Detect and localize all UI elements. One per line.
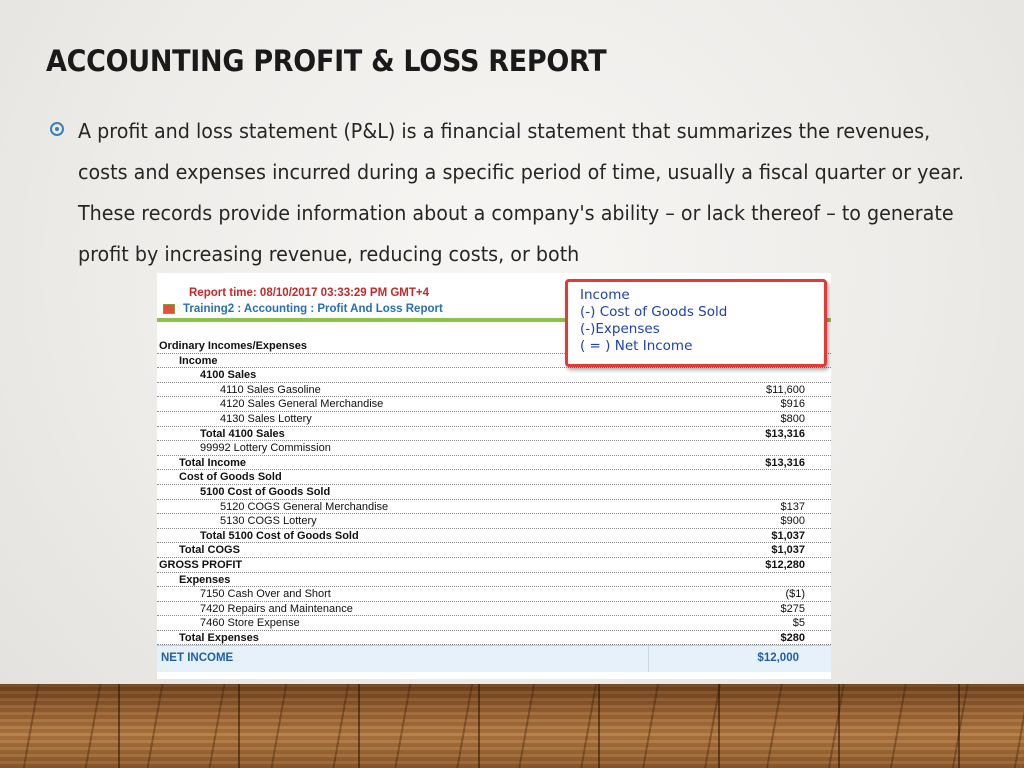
row-label: Total 5100 Cost of Goods Sold [200,529,359,542]
row-amount: $5 [792,617,805,630]
table-row: Total COGS $1,037 [157,543,831,558]
pl-table: Ordinary Incomes/Expenses Income 4100 Sale… [157,339,831,646]
net-income-value: $12,000 [757,652,799,664]
bullet-icon [50,122,64,136]
table-row: Total Income $13,316 [157,456,831,471]
table-row: GROSS PROFIT $12,280 [157,558,831,573]
row-label: 7420 Repairs and Maintenance [200,602,353,615]
row-amount: $137 [780,500,805,513]
row-label: 4110 Sales Gasoline [220,383,321,396]
table-row: Cost of Goods Sold [157,470,831,485]
row-label: Total 4100 Sales [200,427,285,440]
row-label: Expenses [179,573,231,586]
row-label: Total COGS [179,544,240,557]
bullet-text: A profit and loss statement (P&L) is a f… [78,119,965,266]
callout-line: (-) Cost of Goods Sold [580,304,728,320]
table-row: Total Expenses $280 [157,631,831,646]
row-amount: $11,600 [766,383,805,396]
callout-line: Income [580,287,630,303]
row-amount: $900 [780,515,805,528]
formula-callout: Income (-) Cost of Goods Sold (-)Expenses(… [565,279,827,367]
report-icon [163,303,175,314]
net-income-row: NET INCOME $12,000 [157,645,831,672]
table-row: 5120 COGS General Merchandise $137 [157,500,831,515]
table-row: 4120 Sales General Merchandise $916 [157,397,831,412]
callout-line: ( = ) Net Income [580,338,693,354]
row-label: 7460 Store Expense [200,617,300,630]
table-row: 4110 Sales Gasoline $11,600 [157,383,831,398]
row-amount: $800 [780,412,805,425]
row-label: Cost of Goods Sold [179,471,282,484]
row-amount: $275 [780,602,805,615]
row-amount: ($1) [785,588,805,601]
row-label: 7150 Cash Over and Short [200,588,331,601]
net-income-label: NET INCOME [161,652,234,664]
table-row: Total 4100 Sales $13,316 [157,427,831,442]
table-row: 99992 Lottery Commission [157,441,831,456]
row-label: Total Expenses [179,631,259,644]
callout-line: (-)Expenses [580,321,660,337]
row-label: Income [179,354,218,367]
row-amount: $13,316 [765,427,805,440]
report-path: Training2 : Accounting : Profit And Loss… [163,303,443,315]
row-label: GROSS PROFIT [159,558,243,571]
row-label: 5120 COGS General Merchandise [220,500,389,513]
row-amount: $280 [780,631,805,644]
row-label: Total Income [179,456,247,469]
row-label: 5100 Cost of Goods Sold [200,485,331,498]
table-row: 5130 COGS Lottery $900 [157,514,831,529]
report-screenshot: Report time: 08/10/2017 03:33:29 PM GMT+… [157,273,831,679]
row-amount: $13,316 [765,456,805,469]
row-amount: $1,037 [771,544,805,557]
row-amount: $12,280 [765,558,805,571]
table-row: 7460 Store Expense $5 [157,616,831,631]
table-row: 4100 Sales [157,368,831,383]
column-divider [648,646,649,672]
row-label: 4100 Sales [200,369,257,382]
report-time: Report time: 08/10/2017 03:33:29 PM GMT+… [189,287,430,299]
row-label: 4130 Sales Lottery [220,412,312,425]
report-path-text: Training2 : Accounting : Profit And Loss… [183,303,443,315]
table-row: Expenses [157,573,831,588]
table-row: 7150 Cash Over and Short ($1) [157,587,831,602]
row-amount: $916 [780,398,805,411]
row-label: Ordinary Incomes/Expenses [159,340,307,352]
table-row: 7420 Repairs and Maintenance $275 [157,602,831,617]
wood-floor-decoration [0,684,1024,768]
row-label: 4120 Sales General Merchandise [220,398,384,411]
slide-title: ACCOUNTING PROFIT & LOSS REPORT [46,44,607,78]
row-label: 5130 COGS Lottery [220,515,317,528]
row-label: 99992 Lottery Commission [200,442,331,455]
row-amount: $1,037 [771,529,805,542]
table-row: Total 5100 Cost of Goods Sold $1,037 [157,529,831,544]
table-row: 4130 Sales Lottery $800 [157,412,831,427]
table-row: 5100 Cost of Goods Sold [157,485,831,500]
